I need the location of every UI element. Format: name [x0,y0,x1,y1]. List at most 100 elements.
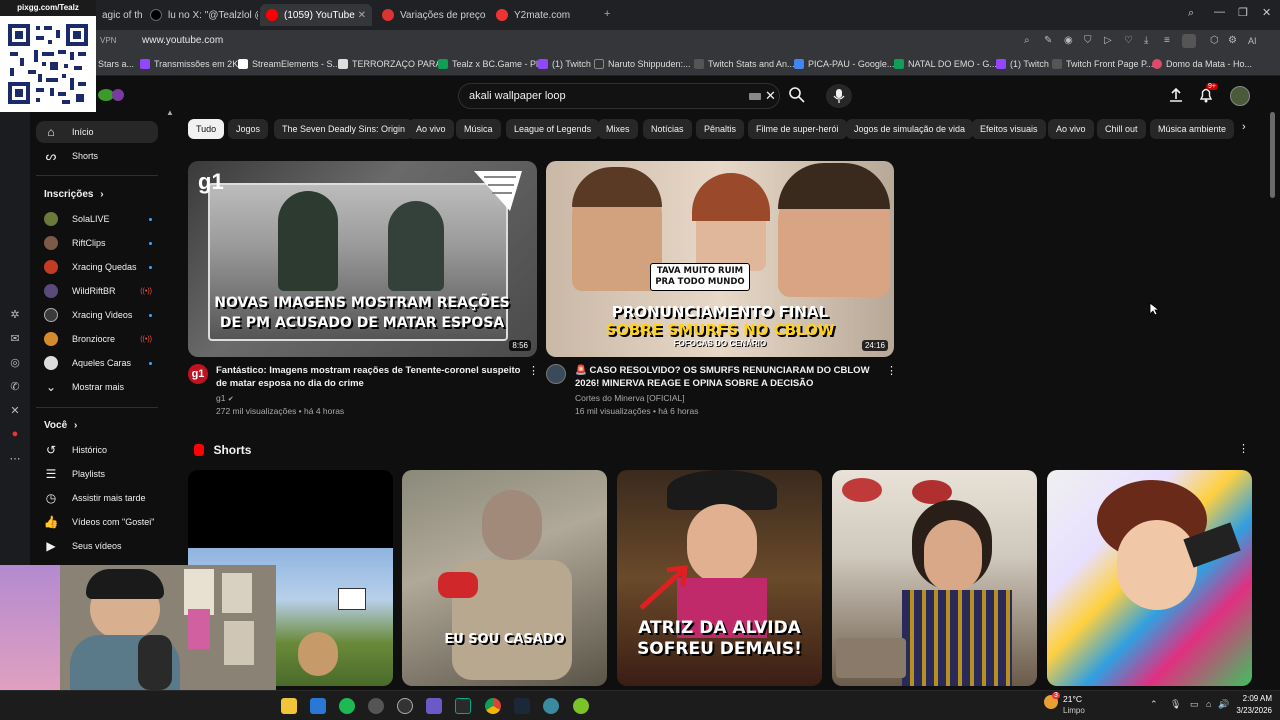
bookmark-item[interactable]: Tealz x BC.Game - Pl... [438,59,546,69]
chip[interactable]: Pênaltis [696,119,745,139]
sidebar-item-subscription[interactable]: SolaLIVE [36,208,158,230]
sidebar-item-subscription[interactable]: RiftClips [36,232,158,254]
video-title[interactable]: Fantástico: Imagens mostram reações de T… [216,364,522,390]
browser-tab[interactable]: Y2mate.com [490,4,600,26]
sidebar-item-history[interactable]: ↺ Histórico [36,439,158,461]
app-icon[interactable] [543,698,559,714]
edit-icon[interactable]: ✎ [1044,35,1052,46]
chrome-icon[interactable] [485,698,501,714]
chip[interactable]: Ao vivo [1048,119,1094,139]
bookmark-item[interactable]: NATAL DO EMO - G... [894,59,997,69]
menu-icon[interactable]: ≡ [1164,35,1170,46]
vpn-badge[interactable]: VPN [100,36,116,45]
bookmark-item[interactable]: PICA-PAU - Google... [794,59,894,69]
sidebar-item-subscription[interactable]: Bronziocre ((•)) [36,328,158,350]
channel-avatar[interactable]: g1 [188,364,208,384]
avatar[interactable] [1230,86,1250,106]
messenger-icon[interactable]: ◎ [8,356,22,370]
youtube-music-icon[interactable]: ● [8,428,22,442]
extension-icon[interactable]: ⬡ [1210,35,1219,46]
outlook-icon[interactable] [310,698,326,714]
video-title[interactable]: 🚨 CASO RESOLVIDO? OS SMURFS RENUNCIARAM … [575,364,881,390]
sidebar-item-subscription[interactable]: Xracing Videos [36,304,158,326]
microphone-icon[interactable]: 🎙 [1170,699,1181,710]
monitor-icon[interactable]: ▭ [1190,699,1199,710]
clear-search-icon[interactable]: ✕ [765,88,776,104]
browser-tab[interactable]: lu no X: "@Tealzlol @po [144,4,258,26]
channel-name[interactable]: Cortes do Minerva [OFICIAL] [575,392,685,405]
app-icon[interactable] [368,698,384,714]
close-window-icon[interactable]: ✕ [1262,6,1271,19]
sidebar-item-watch-later[interactable]: ◷ Assistir mais tarde [36,487,158,509]
close-icon[interactable]: ✕ [358,10,366,21]
bookmark-item[interactable]: (1) Twitch [996,59,1049,69]
chat-icon[interactable]: ✉ [8,332,22,346]
terminal-icon[interactable] [455,698,471,714]
play-icon[interactable]: ▷ [1104,35,1112,46]
bookmark-item[interactable]: (1) Twitch [538,59,591,69]
sidebar-item-subscription[interactable]: Aqueles Caras [36,352,158,374]
browser-tab-active[interactable]: (1059) YouTube ✕ [260,4,372,26]
short-card[interactable] [832,470,1037,686]
temperature[interactable]: 21°C [1063,694,1082,704]
bookmark-item[interactable]: Naruto Shippuden:... [594,59,691,69]
camera-icon[interactable]: ◉ [1064,35,1073,46]
shield-icon[interactable]: ⛉ [1084,35,1092,46]
voice-search-button[interactable] [826,84,852,108]
search-icon[interactable]: ⌕ [1024,35,1030,46]
sidebar-item-subscription[interactable]: WildRiftBR ((•)) [36,280,158,302]
browser-tab[interactable]: Variações de preços | Lo [376,4,486,26]
profile-icon[interactable] [1182,34,1196,48]
chip[interactable]: Mixes [598,119,638,139]
video-channel[interactable]: g1 ✔ [216,392,234,406]
bookmark-item[interactable]: Transmissões em 2K... [140,59,246,69]
create-button[interactable] [1168,87,1184,108]
maximize-icon[interactable]: ❐ [1238,6,1248,19]
download-icon[interactable]: ⤓ [1144,35,1148,46]
app-icon[interactable] [573,698,589,714]
chip[interactable]: Música ambiente [1150,119,1235,139]
sidebar-item-show-more[interactable]: ⌄ Mostrar mais [36,376,158,398]
more-options-icon[interactable]: ⋮ [528,364,539,377]
scrollbar-thumb[interactable] [1270,112,1275,198]
heart-icon[interactable]: ♡ [1124,35,1133,46]
chip[interactable]: Chill out [1097,119,1146,139]
short-card[interactable]: EU SOU CASADO [402,470,607,686]
minimize-icon[interactable]: — [1214,6,1225,18]
sidebar-item-liked[interactable]: 👍 Vídeos com "Gostei" [36,511,158,533]
keyboard-icon[interactable] [749,93,761,100]
youtube-logo[interactable] [96,85,126,105]
sidebar-item-shorts[interactable]: ᔕ Shorts [36,145,158,167]
bookmark-item[interactable]: Stars a... [98,59,134,69]
channel-avatar[interactable] [546,364,566,384]
clock-time[interactable]: 2:09 AM [1232,694,1272,703]
steam-icon[interactable] [514,698,530,714]
chevron-right-icon[interactable]: › [1242,121,1246,133]
bookmark-item[interactable]: TERRORZAÇO PARA... [338,59,449,69]
subscriptions-heading[interactable]: Inscrições › [44,189,104,200]
file-explorer-icon[interactable] [281,698,297,714]
search-box[interactable]: akali wallpaper loop ✕ [458,83,780,109]
more-options-icon[interactable]: ⋮ [886,364,897,377]
weather-status[interactable]: Limpo [1063,706,1085,715]
chip[interactable]: Jogos de simulação de vida [846,119,974,139]
chip[interactable]: Jogos [228,119,269,139]
channel-name[interactable]: g1 [216,393,225,403]
chip[interactable]: Ao vivo [408,119,454,139]
bookmark-item[interactable]: StreamElements - S... [238,59,340,69]
chip[interactable]: Efeitos visuais [972,119,1046,139]
clock-date[interactable]: 3/23/2026 [1222,706,1272,715]
whatsapp-icon[interactable]: ✆ [8,380,22,394]
chevron-up-icon[interactable]: ⌃ [1150,699,1158,710]
short-card[interactable] [1047,470,1252,686]
bookmark-item[interactable]: Domo da Mata - Ho... [1152,59,1252,69]
obs-icon[interactable] [397,698,413,714]
ai-button[interactable]: AI [1248,36,1257,46]
chip[interactable]: The Seven Deadly Sins: Origin [274,119,414,139]
notifications-button[interactable]: 9+ [1198,83,1218,109]
chip[interactable]: Música [456,119,501,139]
sidebar-item-subscription[interactable]: Xracing Quedas [36,256,158,278]
you-heading[interactable]: Você › [44,420,77,431]
chip[interactable]: Filme de super-herói [748,119,847,139]
short-card[interactable]: ATRIZ DA ALVIDA SOFREU DEMAIS! [617,470,822,686]
